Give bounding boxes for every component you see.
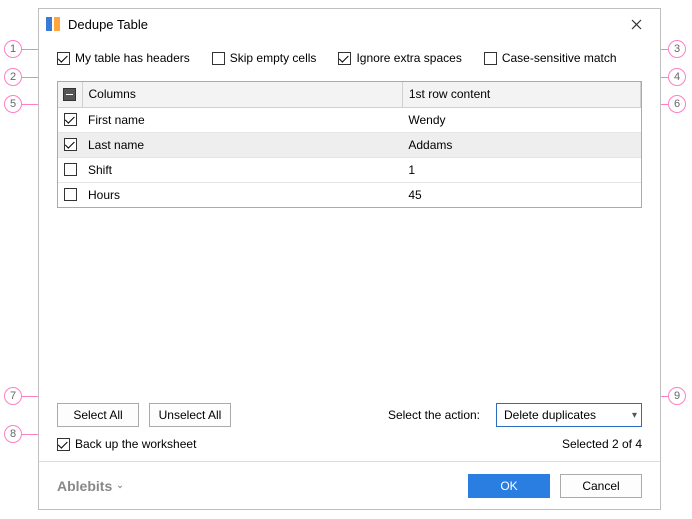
column-sample: 45 xyxy=(402,182,640,207)
table-row[interactable]: Last name Addams xyxy=(58,132,641,157)
window-title: Dedupe Table xyxy=(68,17,618,32)
check-icon xyxy=(338,52,351,65)
column-sample: 1 xyxy=(402,157,640,182)
callout-7: 7 xyxy=(4,387,22,405)
callout-4: 4 xyxy=(668,68,686,86)
select-all-header-checkbox[interactable] xyxy=(58,82,82,107)
callout-3: 3 xyxy=(668,40,686,58)
callout-9: 9 xyxy=(668,387,686,405)
column-name: Shift xyxy=(82,157,402,182)
headers-checkbox[interactable]: My table has headers xyxy=(57,51,190,65)
brand-menu[interactable]: Ablebits ⌄ xyxy=(57,478,124,494)
check-icon xyxy=(57,52,70,65)
column-sample: Wendy xyxy=(402,107,640,132)
column-name: Last name xyxy=(82,132,402,157)
row-check-icon[interactable] xyxy=(64,113,77,126)
options-row: My table has headers Skip empty cells Ig… xyxy=(57,51,642,65)
column-name: Hours xyxy=(82,182,402,207)
columns-table: Columns 1st row content First name Wendy… xyxy=(57,81,642,208)
backup-checkbox[interactable]: Back up the worksheet xyxy=(57,437,196,451)
action-label: Select the action: xyxy=(388,408,480,422)
titlebar: Dedupe Table xyxy=(39,9,660,39)
check-icon xyxy=(57,438,70,451)
chevron-down-icon: ⌄ xyxy=(116,480,124,491)
button-row: Select All Unselect All Select the actio… xyxy=(57,403,642,427)
columns-header[interactable]: Columns xyxy=(82,82,402,107)
row-check-icon[interactable] xyxy=(64,138,77,151)
select-all-button[interactable]: Select All xyxy=(57,403,139,427)
content-area: My table has headers Skip empty cells Ig… xyxy=(39,39,660,461)
skip-empty-label: Skip empty cells xyxy=(230,51,317,65)
headers-label: My table has headers xyxy=(75,51,190,65)
row-check-icon[interactable] xyxy=(64,163,77,176)
callout-5: 5 xyxy=(4,95,22,113)
ok-button[interactable]: OK xyxy=(468,474,550,498)
callout-2: 2 xyxy=(4,68,22,86)
case-sensitive-label: Case-sensitive match xyxy=(502,51,617,65)
chevron-down-icon: ▾ xyxy=(632,410,637,421)
sample-header[interactable]: 1st row content xyxy=(402,82,640,107)
selection-status: Selected 2 of 4 xyxy=(562,437,642,451)
cancel-button[interactable]: Cancel xyxy=(560,474,642,498)
column-name: First name xyxy=(82,107,402,132)
table-row[interactable]: First name Wendy xyxy=(58,107,641,132)
action-select-value: Delete duplicates xyxy=(504,408,596,422)
table-row[interactable]: Shift 1 xyxy=(58,157,641,182)
ignore-spaces-checkbox[interactable]: Ignore extra spaces xyxy=(338,51,461,65)
row-check-icon[interactable] xyxy=(64,188,77,201)
skip-empty-checkbox[interactable]: Skip empty cells xyxy=(212,51,317,65)
table-row[interactable]: Hours 45 xyxy=(58,182,641,207)
footer: Ablebits ⌄ OK Cancel xyxy=(39,461,660,509)
callout-6: 6 xyxy=(668,95,686,113)
callout-8: 8 xyxy=(4,425,22,443)
close-button[interactable] xyxy=(618,12,654,36)
action-select[interactable]: Delete duplicates ▾ xyxy=(496,403,642,427)
app-icon xyxy=(45,16,61,32)
case-sensitive-checkbox[interactable]: Case-sensitive match xyxy=(484,51,617,65)
backup-row: Back up the worksheet Selected 2 of 4 xyxy=(57,437,642,451)
unselect-all-button[interactable]: Unselect All xyxy=(149,403,231,427)
indeterminate-check-icon xyxy=(63,88,76,101)
column-sample: Addams xyxy=(402,132,640,157)
brand-label: Ablebits xyxy=(57,478,112,494)
check-icon xyxy=(484,52,497,65)
callout-1: 1 xyxy=(4,40,22,58)
ignore-spaces-label: Ignore extra spaces xyxy=(356,51,461,65)
dialog-window: Dedupe Table My table has headers Skip e… xyxy=(38,8,661,510)
table-header-row: Columns 1st row content xyxy=(58,82,641,107)
backup-label: Back up the worksheet xyxy=(75,437,196,451)
check-icon xyxy=(212,52,225,65)
